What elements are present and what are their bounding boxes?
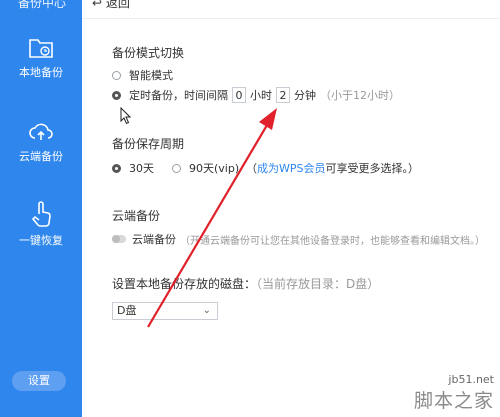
sidebar-item-label: 一键恢复 xyxy=(19,234,63,247)
watermark-name: 脚本之家 xyxy=(413,390,494,412)
interval-hint: （小于12小时） xyxy=(320,89,400,102)
radio-label: 定时备份，时间间隔 xyxy=(129,89,228,102)
radio-timed-backup[interactable]: 定时备份，时间间隔 0 小时 2 分钟 （小于12小时） xyxy=(112,87,400,103)
watermark: jb51.net 脚本之家 xyxy=(414,373,494,413)
radio-label: 30天 xyxy=(129,162,154,175)
hours-input[interactable]: 0 xyxy=(232,87,246,103)
sidebar-item-label: 云端备份 xyxy=(19,150,63,163)
radio-circle[interactable] xyxy=(112,163,121,173)
disk-title: 设置本地备份存放的磁盘： xyxy=(112,277,257,291)
vip-link[interactable]: 成为WPS会员 xyxy=(257,160,326,176)
radio-90-days[interactable]: 90天(vip) xyxy=(172,160,239,176)
back-button[interactable]: ↩ 返回 xyxy=(92,0,130,11)
disk-select-value: D盘 xyxy=(117,304,137,317)
radio-smart-mode[interactable]: 智能模式 xyxy=(112,67,173,83)
radio-label: 智能模式 xyxy=(129,69,173,82)
back-label: 返回 xyxy=(105,0,130,10)
mouse-cursor-icon xyxy=(120,107,132,125)
retention-title: 备份保存周期 xyxy=(112,137,185,151)
mode-title: 备份模式切换 xyxy=(112,46,185,60)
sidebar-top-text: 备份中心 xyxy=(18,0,67,10)
cloud-title: 云端备份 xyxy=(112,209,161,223)
watermark-site: jb51.net xyxy=(448,373,494,386)
cloud-description: （开通云端备份可让您在其他设备登录时，也能够查看和编辑文档。） xyxy=(180,235,485,247)
cloud-toggle-label: 云端备份 xyxy=(132,233,176,246)
sidebar: 备份中心 本地备份 云端备份 一键恢复 设置 xyxy=(0,0,82,417)
radio-30-days[interactable]: 30天 xyxy=(112,160,154,176)
radio-circle[interactable] xyxy=(112,70,121,80)
disk-select[interactable]: D盘 ⌄ xyxy=(112,302,218,320)
hand-pointer-icon xyxy=(31,201,51,227)
minutes-input[interactable]: 2 xyxy=(276,87,290,103)
disk-row: 设置本地备份存放的磁盘：（当前存放目录：D盘） xyxy=(112,275,379,292)
sidebar-item-label: 本地备份 xyxy=(19,66,63,79)
topbar: ↩ 返回 xyxy=(82,0,500,19)
sidebar-item-restore[interactable]: 一键恢复 xyxy=(0,200,82,248)
disk-current: （当前存放目录：D盘） xyxy=(256,277,380,291)
folder-clock-icon xyxy=(29,39,53,58)
radio-circle[interactable] xyxy=(112,90,121,100)
hours-unit: 小时 xyxy=(250,89,272,102)
cloud-row: 云端备份 （开通云端备份可让您在其他设备登录时，也能够查看和编辑文档。） xyxy=(112,231,485,247)
vip-note: （ 成为WPS会员 可享受更多选择。） xyxy=(246,160,419,176)
sidebar-item-cloud-backup[interactable]: 云端备份 xyxy=(0,120,82,164)
minutes-unit: 分钟 xyxy=(294,89,316,102)
cloud-upload-icon xyxy=(29,123,53,140)
sidebar-item-local-backup[interactable]: 本地备份 xyxy=(0,36,82,80)
radio-label: 90天(vip) xyxy=(189,162,240,175)
settings-button[interactable]: 设置 xyxy=(12,371,66,391)
settings-panel: 备份模式切换 智能模式 定时备份，时间间隔 0 小时 2 分钟 （小于12小时）… xyxy=(82,18,500,417)
cloud-backup-toggle[interactable] xyxy=(112,235,126,243)
back-arrow-icon: ↩ xyxy=(92,0,106,10)
vip-note-suffix: 可享受更多选择。） xyxy=(325,162,420,175)
vip-note-prefix: （ xyxy=(246,162,257,175)
chevron-down-icon: ⌄ xyxy=(202,305,211,316)
radio-circle[interactable] xyxy=(172,163,181,173)
